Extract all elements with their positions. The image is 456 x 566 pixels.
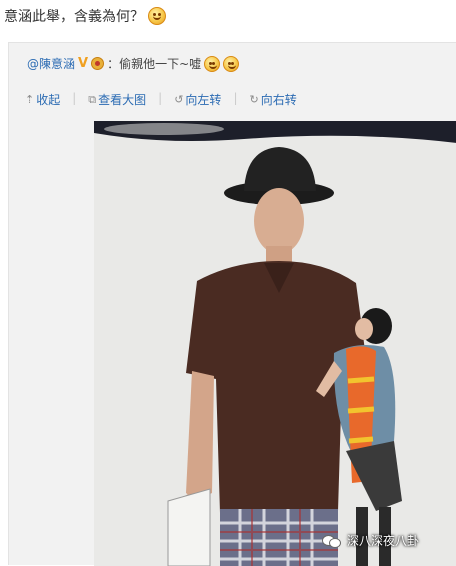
photo-illustration xyxy=(94,121,456,566)
divider: | xyxy=(158,91,163,105)
repost-header: @陳意涵 V ：偷親他一下~噓 xyxy=(27,55,240,72)
divider: | xyxy=(72,91,77,105)
watermark-text: 深八深夜八卦 xyxy=(347,534,420,548)
wechat-icon xyxy=(322,533,342,549)
rotate-left-button[interactable]: ↺ 向左转 xyxy=(174,91,221,108)
smile-emoji-icon xyxy=(204,55,221,72)
collapse-button[interactable]: ⇡ 收起 xyxy=(25,91,60,108)
rotate-right-label: 向右转 xyxy=(260,93,297,107)
rotate-right-icon: ↻ xyxy=(249,93,259,106)
divider: | xyxy=(233,91,238,105)
repost-container: @陳意涵 V ：偷親他一下~噓 ⇡ 收起 | ⧉ 查看大图 | ↺ 向左转 | … xyxy=(8,42,456,566)
arrow-up-icon: ⇡ xyxy=(25,93,35,106)
image-toolbar: ⇡ 收起 | ⧉ 查看大图 | ↺ 向左转 | ↻ 向右转 xyxy=(25,91,297,108)
smile-emoji-icon xyxy=(223,55,240,72)
external-link-icon: ⧉ xyxy=(88,92,97,106)
post-photo[interactable] xyxy=(94,121,456,566)
repost-author-link[interactable]: @陳意涵 xyxy=(27,55,75,72)
rotate-right-button[interactable]: ↻ 向右转 xyxy=(249,91,296,108)
watermark: 深八深夜八卦 xyxy=(322,532,419,549)
view-large-button[interactable]: ⧉ 查看大图 xyxy=(88,91,146,108)
smile-emoji-icon xyxy=(148,7,166,25)
post-text-line: 意涵此舉，含義為何？ xyxy=(4,6,166,26)
post-text: 意涵此舉，含義為何？ xyxy=(4,9,144,25)
rotate-left-label: 向左转 xyxy=(185,93,222,107)
member-badge-icon xyxy=(91,57,105,70)
view-large-label: 查看大图 xyxy=(98,93,147,107)
repost-quote: ：偷親他一下~噓 xyxy=(107,57,202,71)
collapse-label: 收起 xyxy=(36,93,61,107)
rotate-left-icon: ↺ xyxy=(174,93,184,106)
verified-badge-icon: V xyxy=(78,56,89,71)
